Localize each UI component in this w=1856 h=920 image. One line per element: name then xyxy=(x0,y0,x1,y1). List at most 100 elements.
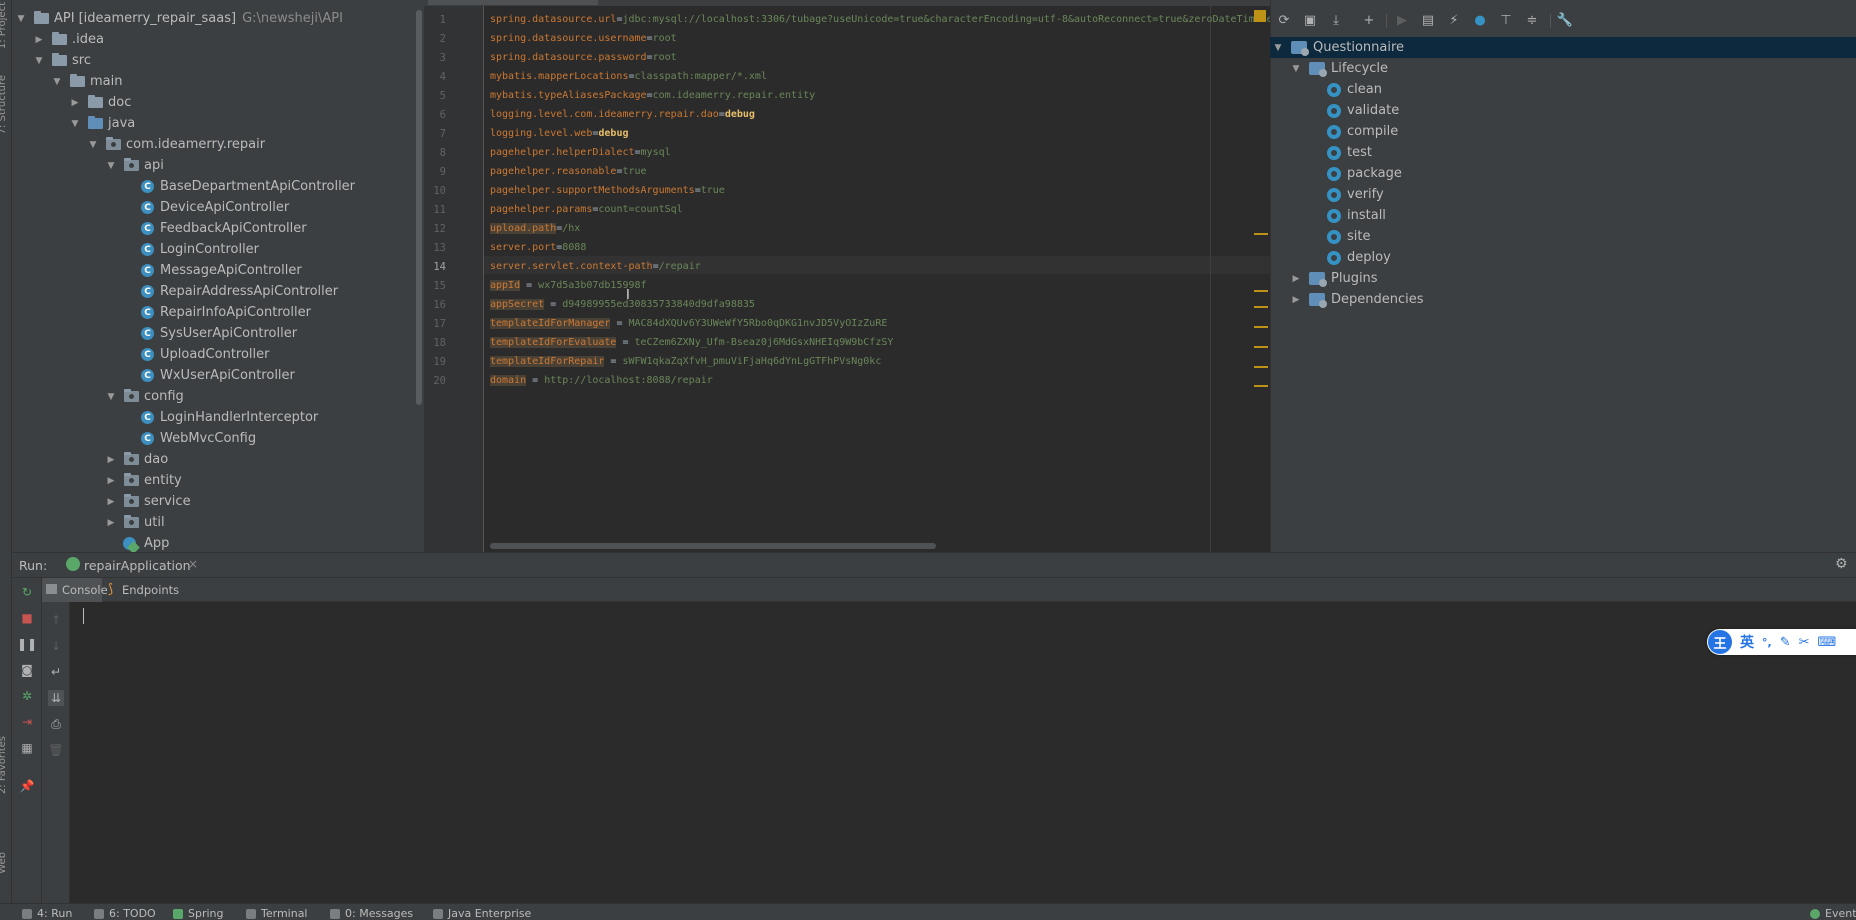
wrench-icon[interactable]: 🔧 xyxy=(1557,12,1573,28)
chevron-right-icon[interactable]: ▶ xyxy=(70,98,80,108)
tree-row-util[interactable]: ▶ util xyxy=(106,512,165,533)
tree-row-class[interactable]: C LoginHandlerInterceptor xyxy=(141,407,318,428)
tree-row-doc[interactable]: ▶ doc xyxy=(70,92,131,113)
tree-row-class[interactable]: C SysUserApiController xyxy=(141,323,297,344)
toolwindow-run[interactable]: 4: Run xyxy=(22,907,72,920)
generate-sources-icon[interactable]: ▣ xyxy=(1302,12,1318,28)
tree-row-idea[interactable]: ▶ .idea xyxy=(34,29,104,50)
chevron-right-icon[interactable]: ▶ xyxy=(106,497,116,507)
code-line[interactable]: server.servlet.context-path=/repair xyxy=(490,258,701,276)
project-tool-label[interactable]: 1: Project xyxy=(0,2,8,49)
tree-row-class[interactable]: C DeviceApiController xyxy=(141,197,289,218)
web-tool-label[interactable]: Web xyxy=(0,852,8,874)
tree-row-class[interactable]: C BaseDepartmentApiController xyxy=(141,176,355,197)
lifecycle-phase-deploy[interactable]: deploy xyxy=(1327,247,1391,268)
add-icon[interactable]: + xyxy=(1361,12,1377,28)
skip-tests-icon[interactable]: ⚡ xyxy=(1446,12,1462,28)
code-line[interactable]: spring.datasource.password=root xyxy=(490,49,677,67)
chevron-down-icon[interactable]: ▼ xyxy=(88,140,98,150)
pen-icon[interactable]: ✎ xyxy=(1780,635,1791,650)
tree-row-class[interactable]: C LoginController xyxy=(141,239,259,260)
code-line[interactable]: templateIdForEvaluate = teCZem6ZXNy_Ufm-… xyxy=(490,334,893,352)
tree-row-class[interactable]: C RepairInfoApiController xyxy=(141,302,311,323)
lifecycle-phase-site[interactable]: site xyxy=(1327,226,1370,247)
offline-icon[interactable]: ● xyxy=(1472,12,1488,28)
tree-row-dao[interactable]: ▶ dao xyxy=(106,449,168,470)
arrow-down-icon[interactable]: ↓ xyxy=(48,638,64,654)
editor-horizontal-scrollbar[interactable] xyxy=(490,543,936,549)
chevron-down-icon[interactable]: ▼ xyxy=(70,119,80,129)
download-icon[interactable]: ⤓ xyxy=(1328,12,1344,28)
warning-stripe[interactable] xyxy=(1254,326,1268,328)
chevron-right-icon[interactable]: ▶ xyxy=(106,476,116,486)
pin-icon[interactable]: 📌 xyxy=(19,778,35,794)
warning-stripe[interactable] xyxy=(1254,233,1268,235)
chevron-down-icon[interactable]: ▼ xyxy=(16,14,26,24)
show-dependencies-icon[interactable]: ⊤ xyxy=(1498,12,1514,28)
code-line[interactable]: pagehelper.helperDialect=mysql xyxy=(490,144,671,162)
lifecycle-phase-package[interactable]: package xyxy=(1327,163,1402,184)
maven-plugins-row[interactable]: ▶ Plugins xyxy=(1291,268,1378,289)
toolwindow-messages[interactable]: 0: Messages xyxy=(330,907,413,920)
tree-row-app[interactable]: App xyxy=(123,533,169,552)
code-line[interactable]: pagehelper.supportMethodsArguments=true xyxy=(490,182,725,200)
scissors-icon[interactable]: ✂ xyxy=(1799,635,1810,650)
code-line[interactable]: pagehelper.reasonable=true xyxy=(490,163,647,181)
code-line[interactable]: appId = wx7d5a3b07db15998f xyxy=(490,277,647,295)
code-line[interactable]: logging.level.web=debug xyxy=(490,125,629,143)
warning-stripe[interactable] xyxy=(1254,366,1268,368)
camera-icon[interactable]: ◙ xyxy=(19,662,35,678)
code-line[interactable]: upload.path=/hx xyxy=(490,220,580,238)
chevron-down-icon[interactable]: ▼ xyxy=(106,392,116,402)
warning-stripe[interactable] xyxy=(1254,290,1268,292)
run-config-tab[interactable]: repairApplication xyxy=(84,558,191,573)
toolwindow-java-enterprise[interactable]: Java Enterprise xyxy=(433,907,531,920)
code-line[interactable]: mybatis.typeAliasesPackage=com.ideamerry… xyxy=(490,87,815,105)
execute-goal-icon[interactable]: ▤ xyxy=(1420,12,1436,28)
chevron-down-icon[interactable]: ▼ xyxy=(1291,64,1301,74)
warning-stripe[interactable] xyxy=(1254,346,1268,348)
lifecycle-phase-install[interactable]: install xyxy=(1327,205,1386,226)
scroll-to-end-icon[interactable]: ⇊ xyxy=(48,690,64,706)
ime-logo[interactable]: 王 xyxy=(1708,630,1732,654)
warning-stripe[interactable] xyxy=(1254,306,1268,308)
warning-indicator-icon[interactable] xyxy=(1254,10,1266,22)
lifecycle-phase-compile[interactable]: compile xyxy=(1327,121,1398,142)
settings-gear-icon[interactable]: ⚙ xyxy=(1835,556,1848,572)
chevron-down-icon[interactable]: ▼ xyxy=(52,77,62,87)
code-line[interactable]: spring.datasource.url=jdbc:mysql://local… xyxy=(490,11,1279,29)
reimport-icon[interactable]: ⟳ xyxy=(1276,12,1292,28)
tree-row-java[interactable]: ▼ java xyxy=(70,113,135,134)
lifecycle-phase-clean[interactable]: clean xyxy=(1327,79,1382,100)
chevron-right-icon[interactable]: ▶ xyxy=(106,518,116,528)
warning-stripe[interactable] xyxy=(1254,385,1268,387)
event-log[interactable]: Event xyxy=(1810,907,1856,920)
ime-mode[interactable]: 英 xyxy=(1740,632,1754,652)
maven-project-row[interactable]: ▼ Questionnaire xyxy=(1273,37,1404,58)
code-line[interactable]: domain = http://localhost:8088/repair xyxy=(490,372,713,390)
tree-row-class[interactable]: C MessageApiController xyxy=(141,260,302,281)
soft-wrap-icon[interactable]: ↵ xyxy=(48,664,64,680)
chevron-right-icon[interactable]: ▶ xyxy=(1291,295,1301,305)
trash-icon[interactable]: 🗑 xyxy=(48,742,64,758)
keyboard-icon[interactable]: ⌨ xyxy=(1818,635,1837,650)
code-line[interactable]: pagehelper.params=count=countSql xyxy=(490,201,683,219)
tree-row-class[interactable]: C UploadController xyxy=(141,344,270,365)
tree-row-class[interactable]: C WebMvcConfig xyxy=(141,428,256,449)
tab-endpoints[interactable]: ⟆ Endpoints xyxy=(106,578,186,602)
tree-row-root[interactable]: ▼ API [ideamerry_repair_saas] G:\newshej… xyxy=(16,8,343,29)
rerun-icon[interactable]: ↻ xyxy=(19,584,35,600)
stop-icon[interactable]: ■ xyxy=(19,610,35,626)
tree-row-api[interactable]: ▼ api xyxy=(106,155,164,176)
toolwindow-terminal[interactable]: Terminal xyxy=(246,907,308,920)
code-line[interactable]: appSecret = d94989955ed30835733840d9dfa9… xyxy=(490,296,755,314)
toolwindow-todo[interactable]: 6: TODO xyxy=(94,907,156,920)
tree-row-class[interactable]: C FeedbackApiController xyxy=(141,218,307,239)
maven-dependencies-row[interactable]: ▶ Dependencies xyxy=(1291,289,1424,310)
pause-icon[interactable]: ❚❚ xyxy=(17,636,37,652)
debug-icon[interactable]: ✲ xyxy=(19,688,35,704)
chevron-down-icon[interactable]: ▼ xyxy=(34,56,44,66)
chevron-right-icon[interactable]: ▶ xyxy=(106,455,116,465)
editor-tab-active[interactable] xyxy=(428,0,598,5)
tree-row-class[interactable]: C RepairAddressApiController xyxy=(141,281,338,302)
